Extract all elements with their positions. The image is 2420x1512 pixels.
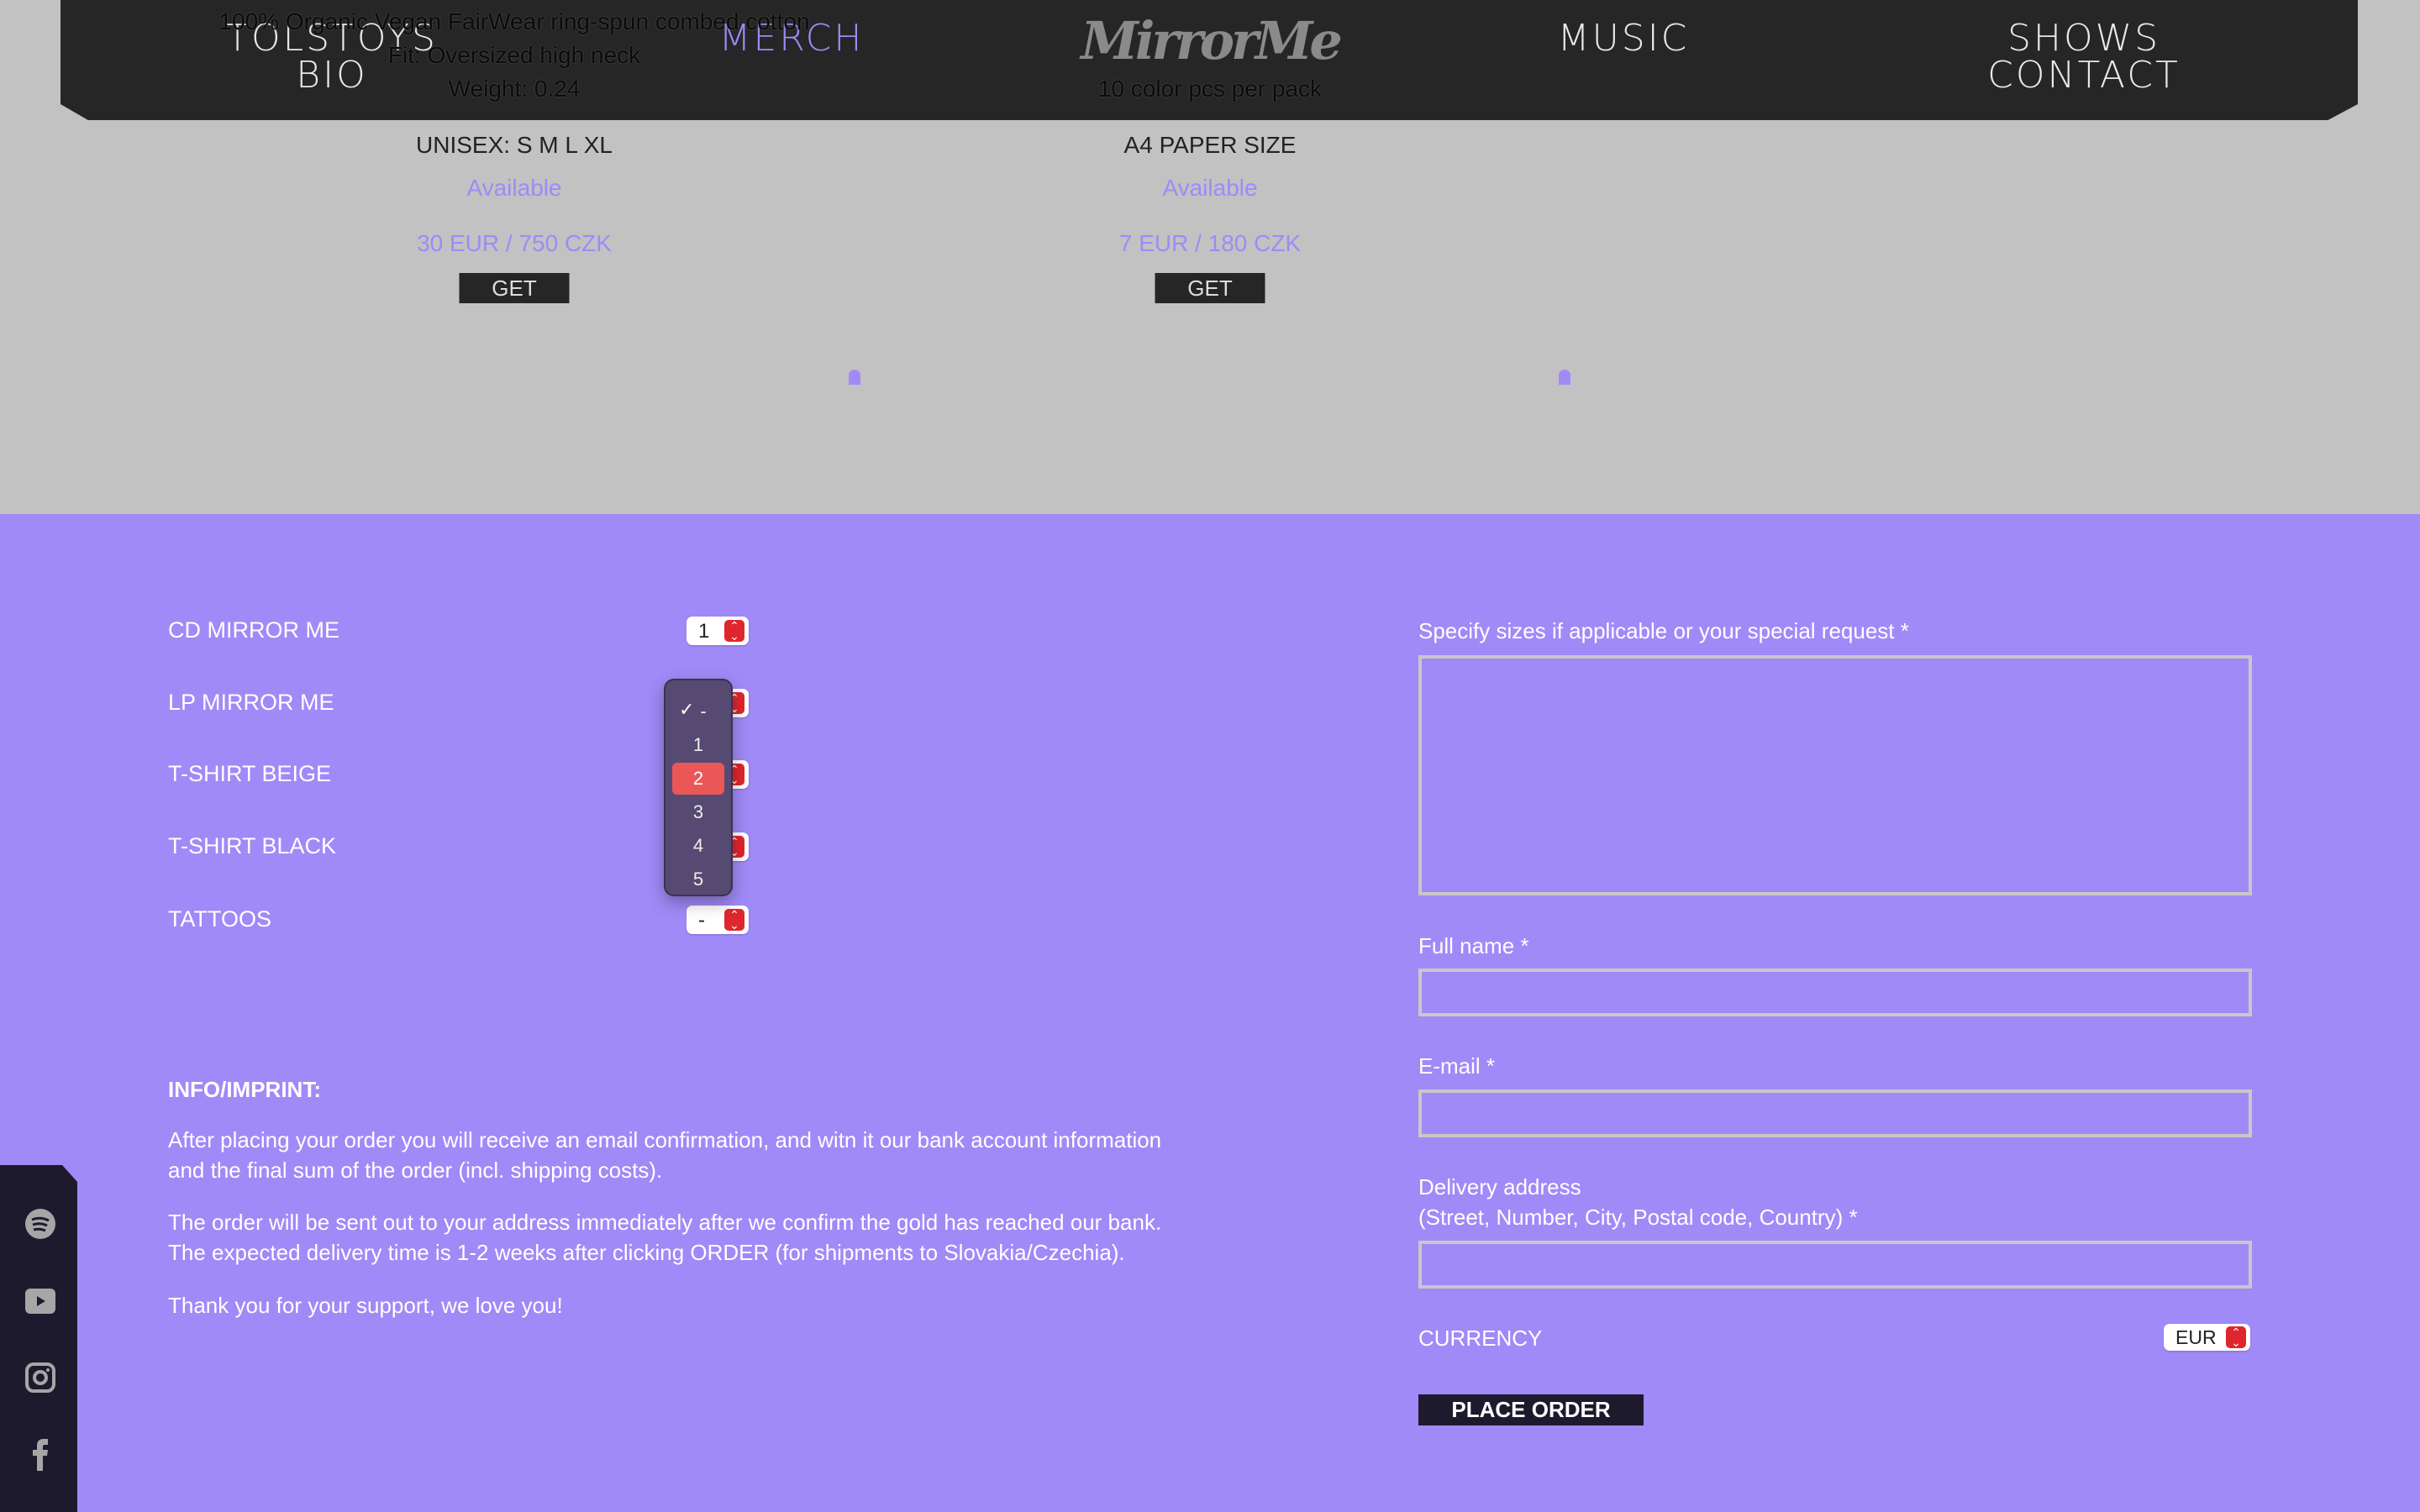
product-size: A4 PAPER SIZE <box>1123 132 1297 158</box>
youtube-icon[interactable] <box>25 1286 55 1316</box>
order-label: T-SHIRT BEIGE <box>168 761 332 786</box>
address-sublabel: (Street, Number, City, Postal code, Coun… <box>1418 1205 1858 1230</box>
dropdown-option[interactable]: 4 <box>672 830 724 862</box>
product-detail: 100% Organic Vegan FairWear ring-spun co… <box>218 8 810 34</box>
email-input[interactable] <box>1418 1089 2252 1137</box>
request-label: Specify sizes if applicable or your spec… <box>1418 618 1909 643</box>
dropdown-option[interactable]: 2 <box>672 763 724 795</box>
dropdown-option[interactable]: - <box>672 696 724 727</box>
product-status: Available <box>1162 175 1258 201</box>
quantity-select-cd[interactable]: 1 ⌃ ⌄ <box>687 617 749 645</box>
info-text: After placing your order you will receiv… <box>168 1127 1162 1152</box>
address-input[interactable] <box>1418 1241 2252 1289</box>
product-detail: Weight: 0.24 <box>448 76 581 102</box>
quantity-select-tattoos[interactable]: - ⌃ ⌄ <box>687 906 749 934</box>
spotify-icon[interactable] <box>25 1209 55 1239</box>
product-price: 7 EUR / 180 CZK <box>1118 230 1302 256</box>
select-value: EUR <box>2175 1326 2217 1348</box>
pin-decoration <box>1559 370 1570 385</box>
request-textarea[interactable] <box>1418 655 2252 895</box>
info-title: INFO/IMPRINT: <box>168 1077 321 1102</box>
social-sidebar <box>0 1165 77 1512</box>
product-detail: Fit: Oversized high neck <box>387 42 641 68</box>
get-button[interactable]: GET <box>1155 273 1265 303</box>
pin-decoration <box>849 370 860 385</box>
email-label: E-mail * <box>1418 1053 1496 1079</box>
info-text: The order will be sent out to your addre… <box>168 1210 1162 1235</box>
product-size: UNISEX: S M L XL <box>416 132 613 158</box>
dropdown-option[interactable]: 5 <box>672 864 724 895</box>
instagram-icon[interactable] <box>25 1362 55 1393</box>
full-name-input[interactable] <box>1418 969 2252 1016</box>
facebook-icon[interactable] <box>25 1439 55 1471</box>
select-value: 1 <box>698 620 710 643</box>
chevron-updown-icon: ⌃ ⌄ <box>2226 1326 2246 1348</box>
nav-shows[interactable]: SHOWS <box>2007 20 2160 57</box>
nav-contact[interactable]: CONTACT <box>1987 57 2181 94</box>
dropdown-menu: ✓ - 1 2 3 4 5 <box>664 679 733 896</box>
product-detail: 10 color pcs per pack <box>1097 76 1323 102</box>
currency-label: CURRENCY <box>1418 1326 1543 1351</box>
product-price: 30 EUR / 750 CZK <box>417 230 612 256</box>
nav-music[interactable]: MUSIC <box>1558 20 1690 57</box>
currency-select[interactable]: EUR ⌃ ⌄ <box>2164 1324 2250 1351</box>
dropdown-option[interactable]: 1 <box>672 729 724 761</box>
info-text: The expected delivery time is 1-2 weeks … <box>168 1240 1125 1265</box>
product-status: Available <box>466 175 562 201</box>
chevron-updown-icon: ⌃ ⌄ <box>724 909 744 931</box>
logo[interactable]: MirrorMe <box>1081 10 1343 71</box>
select-value: - <box>698 909 705 932</box>
get-button[interactable]: GET <box>459 273 570 303</box>
order-label: T-SHIRT BLACK <box>168 833 337 858</box>
info-text: Thank you for your support, we love you! <box>168 1293 563 1318</box>
dropdown-option[interactable]: 3 <box>672 796 724 828</box>
name-label: Full name * <box>1418 933 1529 958</box>
place-order-button[interactable]: PLACE ORDER <box>1418 1394 1644 1425</box>
address-label: Delivery address <box>1418 1174 1581 1200</box>
order-label: TATTOOS <box>168 906 272 932</box>
info-text: and the final sum of the order (incl. sh… <box>168 1158 663 1183</box>
order-label: CD MIRROR ME <box>168 617 339 643</box>
order-label: LP MIRROR ME <box>168 690 334 715</box>
chevron-updown-icon: ⌃ ⌄ <box>724 620 744 642</box>
